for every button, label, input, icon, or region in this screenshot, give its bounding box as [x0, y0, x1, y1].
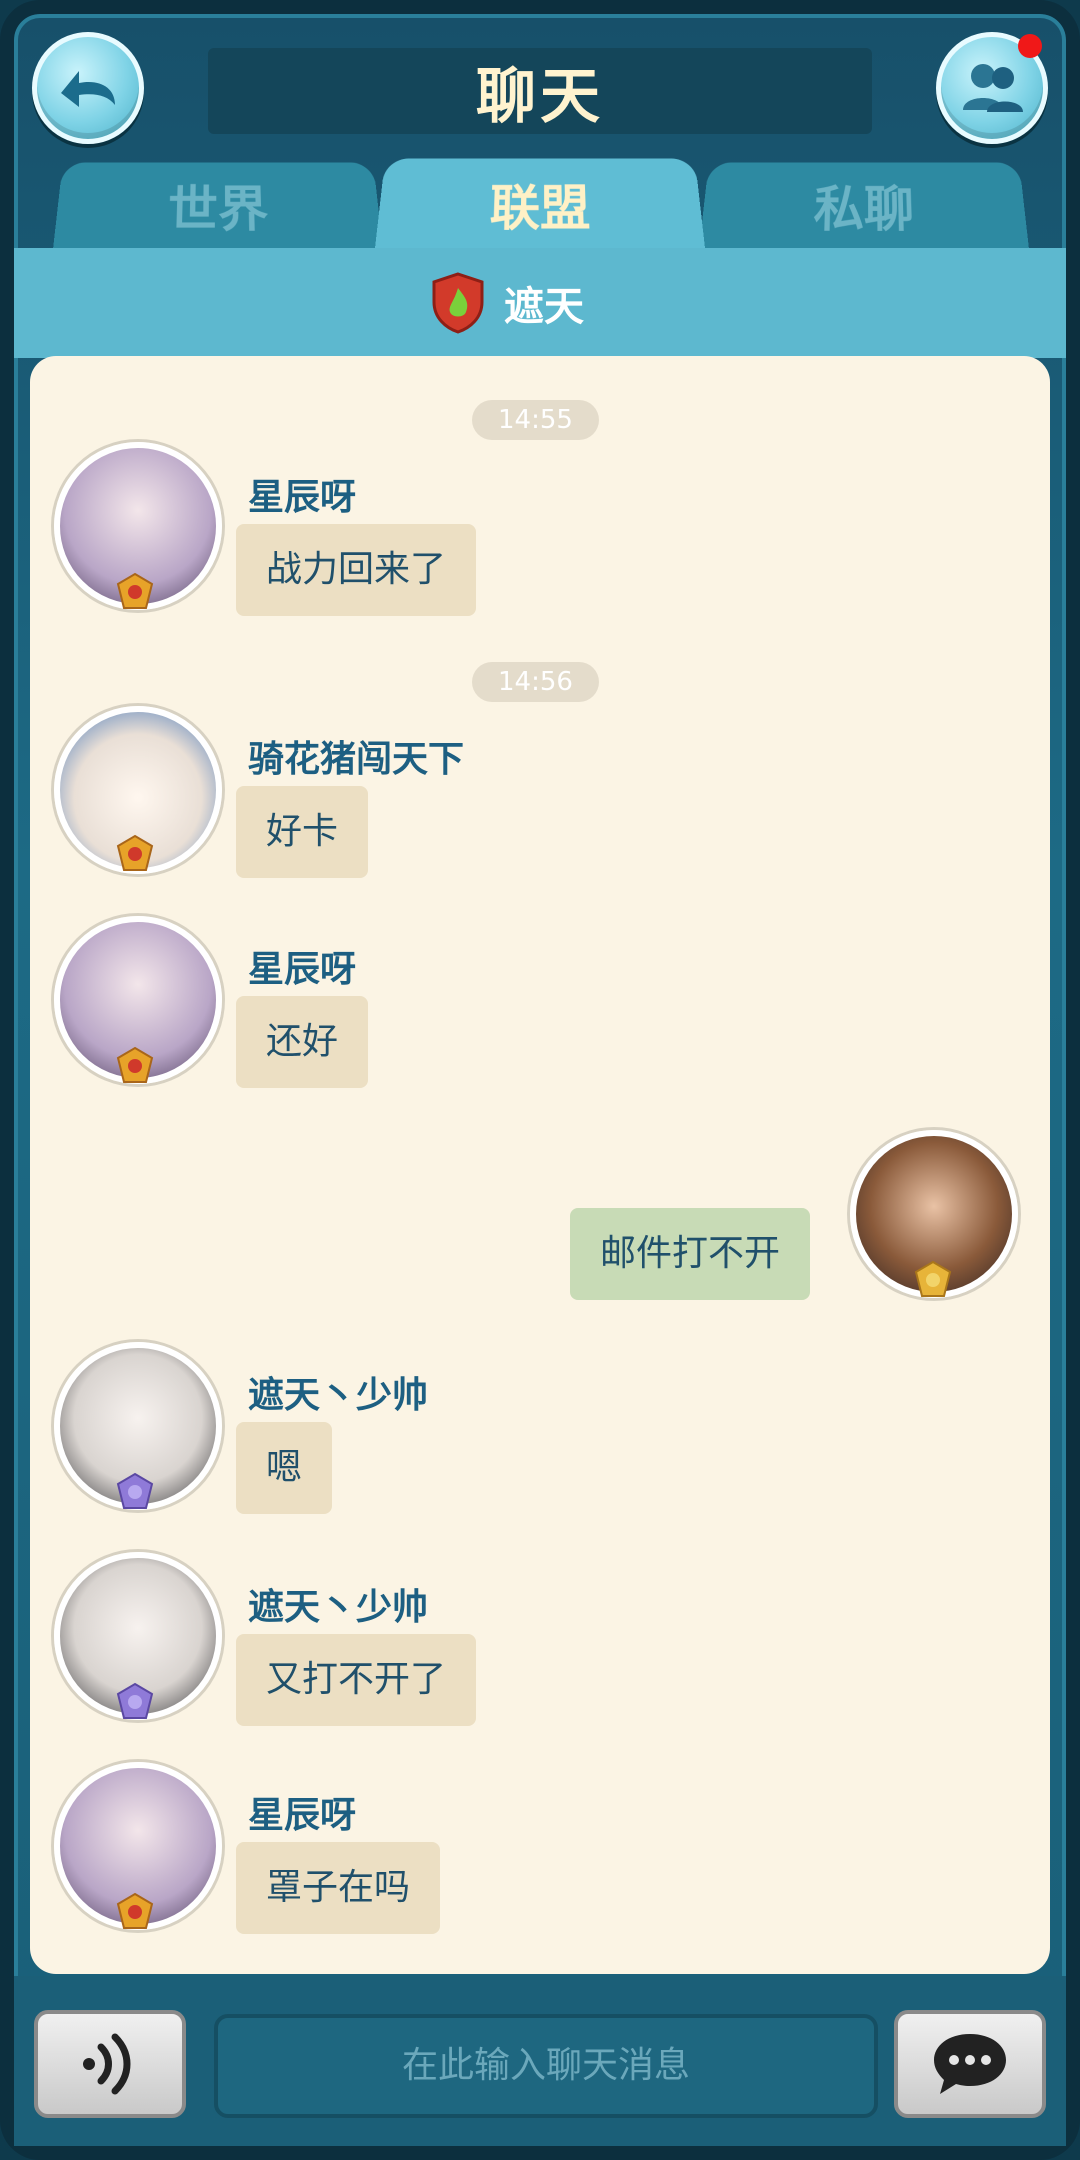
chat-panel: 14:55 星辰呀 战力回来了 14:56 骑花猪闯天下 好卡 星辰呀 还好 邮…: [30, 356, 1050, 1974]
sender-name: 遮天丶少帅: [248, 1375, 429, 1416]
rank-badge-icon: [116, 1046, 154, 1083]
friends-icon: [963, 64, 1023, 112]
tab-private[interactable]: 私聊: [698, 162, 1030, 251]
tab-alliance[interactable]: 联盟: [374, 158, 706, 253]
rank-badge-icon: [116, 1682, 154, 1719]
alliance-header: 遮天: [430, 272, 584, 334]
message-bubble: 还好: [236, 996, 369, 1088]
rank-badge-icon: [914, 1260, 952, 1297]
sender-name: 星辰呀: [248, 949, 357, 990]
message-bubble: 罩子在吗: [236, 1842, 441, 1934]
sender-name: 骑花猪闯天下: [248, 739, 465, 780]
notification-dot: [1018, 34, 1042, 58]
chat-bubble-icon: [934, 2034, 1006, 2094]
alliance-name: 遮天: [504, 284, 584, 330]
chat-input[interactable]: 在此输入聊天消息: [214, 2014, 878, 2118]
voice-button[interactable]: [34, 2010, 186, 2118]
sender-name: 星辰呀: [248, 477, 357, 518]
sender-name: 星辰呀: [248, 1795, 357, 1836]
rank-badge-icon: [116, 1472, 154, 1509]
send-button[interactable]: [894, 2010, 1046, 2118]
rank-badge-icon: [116, 1892, 154, 1929]
rank-badge-icon: [116, 572, 154, 609]
message-bubble-self: 邮件打不开: [570, 1208, 811, 1300]
voice-icon: [83, 2033, 131, 2095]
message-bubble: 战力回来了: [236, 524, 477, 616]
timestamp: 14:56: [472, 662, 599, 702]
back-arrow-icon: [61, 71, 115, 107]
message-bubble: 好卡: [236, 786, 369, 878]
rank-badge-icon: [116, 834, 154, 871]
tab-world[interactable]: 世界: [52, 162, 384, 251]
message-bubble: 嗯: [236, 1422, 333, 1514]
sender-name: 遮天丶少帅: [248, 1587, 429, 1628]
back-button[interactable]: [32, 32, 144, 144]
page-title: 聊天: [476, 61, 604, 132]
alliance-shield-icon: [432, 272, 484, 334]
title-plate: 聊天: [208, 48, 872, 134]
timestamp: 14:55: [472, 400, 599, 440]
message-bubble: 又打不开了: [236, 1634, 477, 1726]
